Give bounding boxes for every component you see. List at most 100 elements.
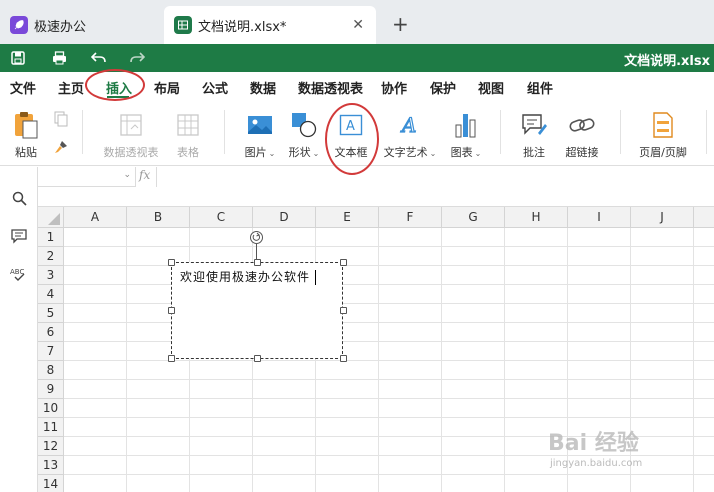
link-icon: [568, 111, 596, 139]
row-header[interactable]: 13: [38, 456, 64, 475]
row-header[interactable]: 9: [38, 380, 64, 399]
column-header[interactable]: D: [253, 207, 316, 228]
resize-handle[interactable]: [340, 259, 347, 266]
tab-home-app[interactable]: 极速办公: [0, 6, 160, 44]
table-button[interactable]: 表格: [170, 100, 206, 164]
select-all-corner[interactable]: [38, 207, 64, 228]
copy-icon: [52, 110, 70, 128]
row-header[interactable]: 14: [38, 475, 64, 492]
row-header[interactable]: 6: [38, 323, 64, 342]
column-header[interactable]: G: [442, 207, 505, 228]
row-header[interactable]: 1: [38, 228, 64, 247]
menu-protect[interactable]: 保护: [430, 78, 456, 97]
pivot-table-button[interactable]: 数据透视表: [98, 100, 164, 164]
wordart-label-text: 文字艺术: [383, 146, 428, 159]
tab-document[interactable]: 文档说明.xlsx* ✕: [164, 6, 376, 44]
shape-label: 形状 ⌄: [289, 144, 320, 160]
comment-panel-icon[interactable]: [10, 227, 28, 245]
resize-handle[interactable]: [340, 355, 347, 362]
column-header[interactable]: H: [505, 207, 568, 228]
resize-handle[interactable]: [168, 307, 175, 314]
close-icon[interactable]: ✕: [352, 17, 364, 33]
text-box-text: 欢迎使用极速办公软件: [180, 270, 311, 284]
paste-label: 粘贴: [15, 146, 37, 159]
row-header[interactable]: 4: [38, 285, 64, 304]
menu-file[interactable]: 文件: [10, 78, 36, 97]
gridline: [64, 246, 714, 247]
column-header[interactable]: J: [631, 207, 694, 228]
paste-button[interactable]: 粘贴: [8, 100, 44, 164]
row-header[interactable]: 3: [38, 266, 64, 285]
chart-button[interactable]: 图表 ⌄: [446, 100, 486, 164]
pivot-table-label: 数据透视表: [103, 146, 159, 159]
column-header[interactable]: F: [379, 207, 442, 228]
header-footer-label: 页眉/页脚: [639, 146, 687, 159]
column-header[interactable]: E: [316, 207, 379, 228]
ribbon-separator: [500, 110, 501, 154]
quick-access-bar: 文档说明.xlsx: [0, 44, 714, 72]
chevron-down-icon[interactable]: ⌄: [123, 170, 131, 180]
search-icon[interactable]: [10, 189, 28, 207]
gridline: [64, 303, 714, 304]
menu-pivot-table[interactable]: 数据透视表: [298, 78, 363, 97]
print-icon[interactable]: [50, 49, 68, 67]
column-header[interactable]: I: [568, 207, 631, 228]
picture-button[interactable]: 图片 ⌄: [240, 100, 280, 164]
ribbon-separator: [82, 110, 83, 154]
menu-layout[interactable]: 布局: [154, 78, 180, 97]
new-tab-plus-icon[interactable]: +: [392, 12, 409, 36]
watermark-logo: Bai 经验: [548, 431, 639, 456]
column-header[interactable]: B: [127, 207, 190, 228]
menu-data[interactable]: 数据: [250, 78, 276, 97]
column-header[interactable]: C: [190, 207, 253, 228]
menu-collaborate[interactable]: 协作: [381, 78, 407, 97]
undo-icon[interactable]: [89, 49, 107, 67]
picture-label-text: 图片: [244, 146, 267, 159]
row-header[interactable]: 7: [38, 342, 64, 361]
text-box-content[interactable]: 欢迎使用极速办公软件: [180, 268, 317, 285]
menu-home[interactable]: 主页: [58, 78, 84, 97]
row-header[interactable]: 5: [38, 304, 64, 323]
function-icon[interactable]: fx: [139, 168, 150, 182]
menu-insert[interactable]: 插入: [106, 78, 132, 97]
textbox-button[interactable]: A 文本框: [330, 100, 372, 164]
column-header[interactable]: [694, 207, 714, 228]
save-icon[interactable]: [9, 49, 27, 67]
redo-icon[interactable]: [128, 49, 146, 67]
row-header[interactable]: 10: [38, 399, 64, 418]
wordart-button[interactable]: A 文字艺术 ⌄: [382, 100, 438, 164]
row-header[interactable]: 2: [38, 247, 64, 266]
menu-formula[interactable]: 公式: [202, 78, 228, 97]
tab-label: 文档说明.xlsx*: [198, 19, 287, 35]
chart-label-text: 图表: [450, 146, 473, 159]
resize-handle[interactable]: [168, 259, 175, 266]
text-box[interactable]: 欢迎使用极速办公软件: [171, 262, 343, 359]
hyperlink-label: 超链接: [565, 146, 599, 159]
resize-handle[interactable]: [254, 355, 261, 362]
gridline: [64, 341, 714, 342]
resize-handle[interactable]: [340, 307, 347, 314]
row-header[interactable]: 8: [38, 361, 64, 380]
row-header[interactable]: 12: [38, 437, 64, 456]
header-footer-button[interactable]: 页眉/页脚: [636, 100, 690, 164]
menu-view[interactable]: 视图: [478, 78, 504, 97]
column-header[interactable]: A: [64, 207, 127, 228]
resize-handle[interactable]: [254, 259, 261, 266]
spellcheck-icon[interactable]: ABC: [10, 265, 28, 283]
left-side-panel: ABC: [0, 167, 38, 492]
name-box[interactable]: ⌄: [38, 167, 136, 187]
chevron-down-icon: ⌄: [429, 149, 437, 158]
hyperlink-button[interactable]: 超链接: [562, 100, 602, 164]
comment-icon: [520, 111, 548, 139]
resize-handle[interactable]: [168, 355, 175, 362]
rotate-handle-stem: [256, 244, 257, 259]
tab-label: 极速办公: [34, 19, 87, 35]
chevron-down-icon: ⌄: [268, 149, 276, 158]
comment-button[interactable]: 批注: [516, 100, 552, 164]
rotate-handle-icon[interactable]: [250, 231, 263, 244]
shape-button[interactable]: 形状 ⌄: [284, 100, 324, 164]
gridline: [64, 360, 714, 361]
menu-components[interactable]: 组件: [527, 78, 553, 97]
row-header[interactable]: 11: [38, 418, 64, 437]
formula-bar: ⌄ fx: [38, 167, 714, 207]
